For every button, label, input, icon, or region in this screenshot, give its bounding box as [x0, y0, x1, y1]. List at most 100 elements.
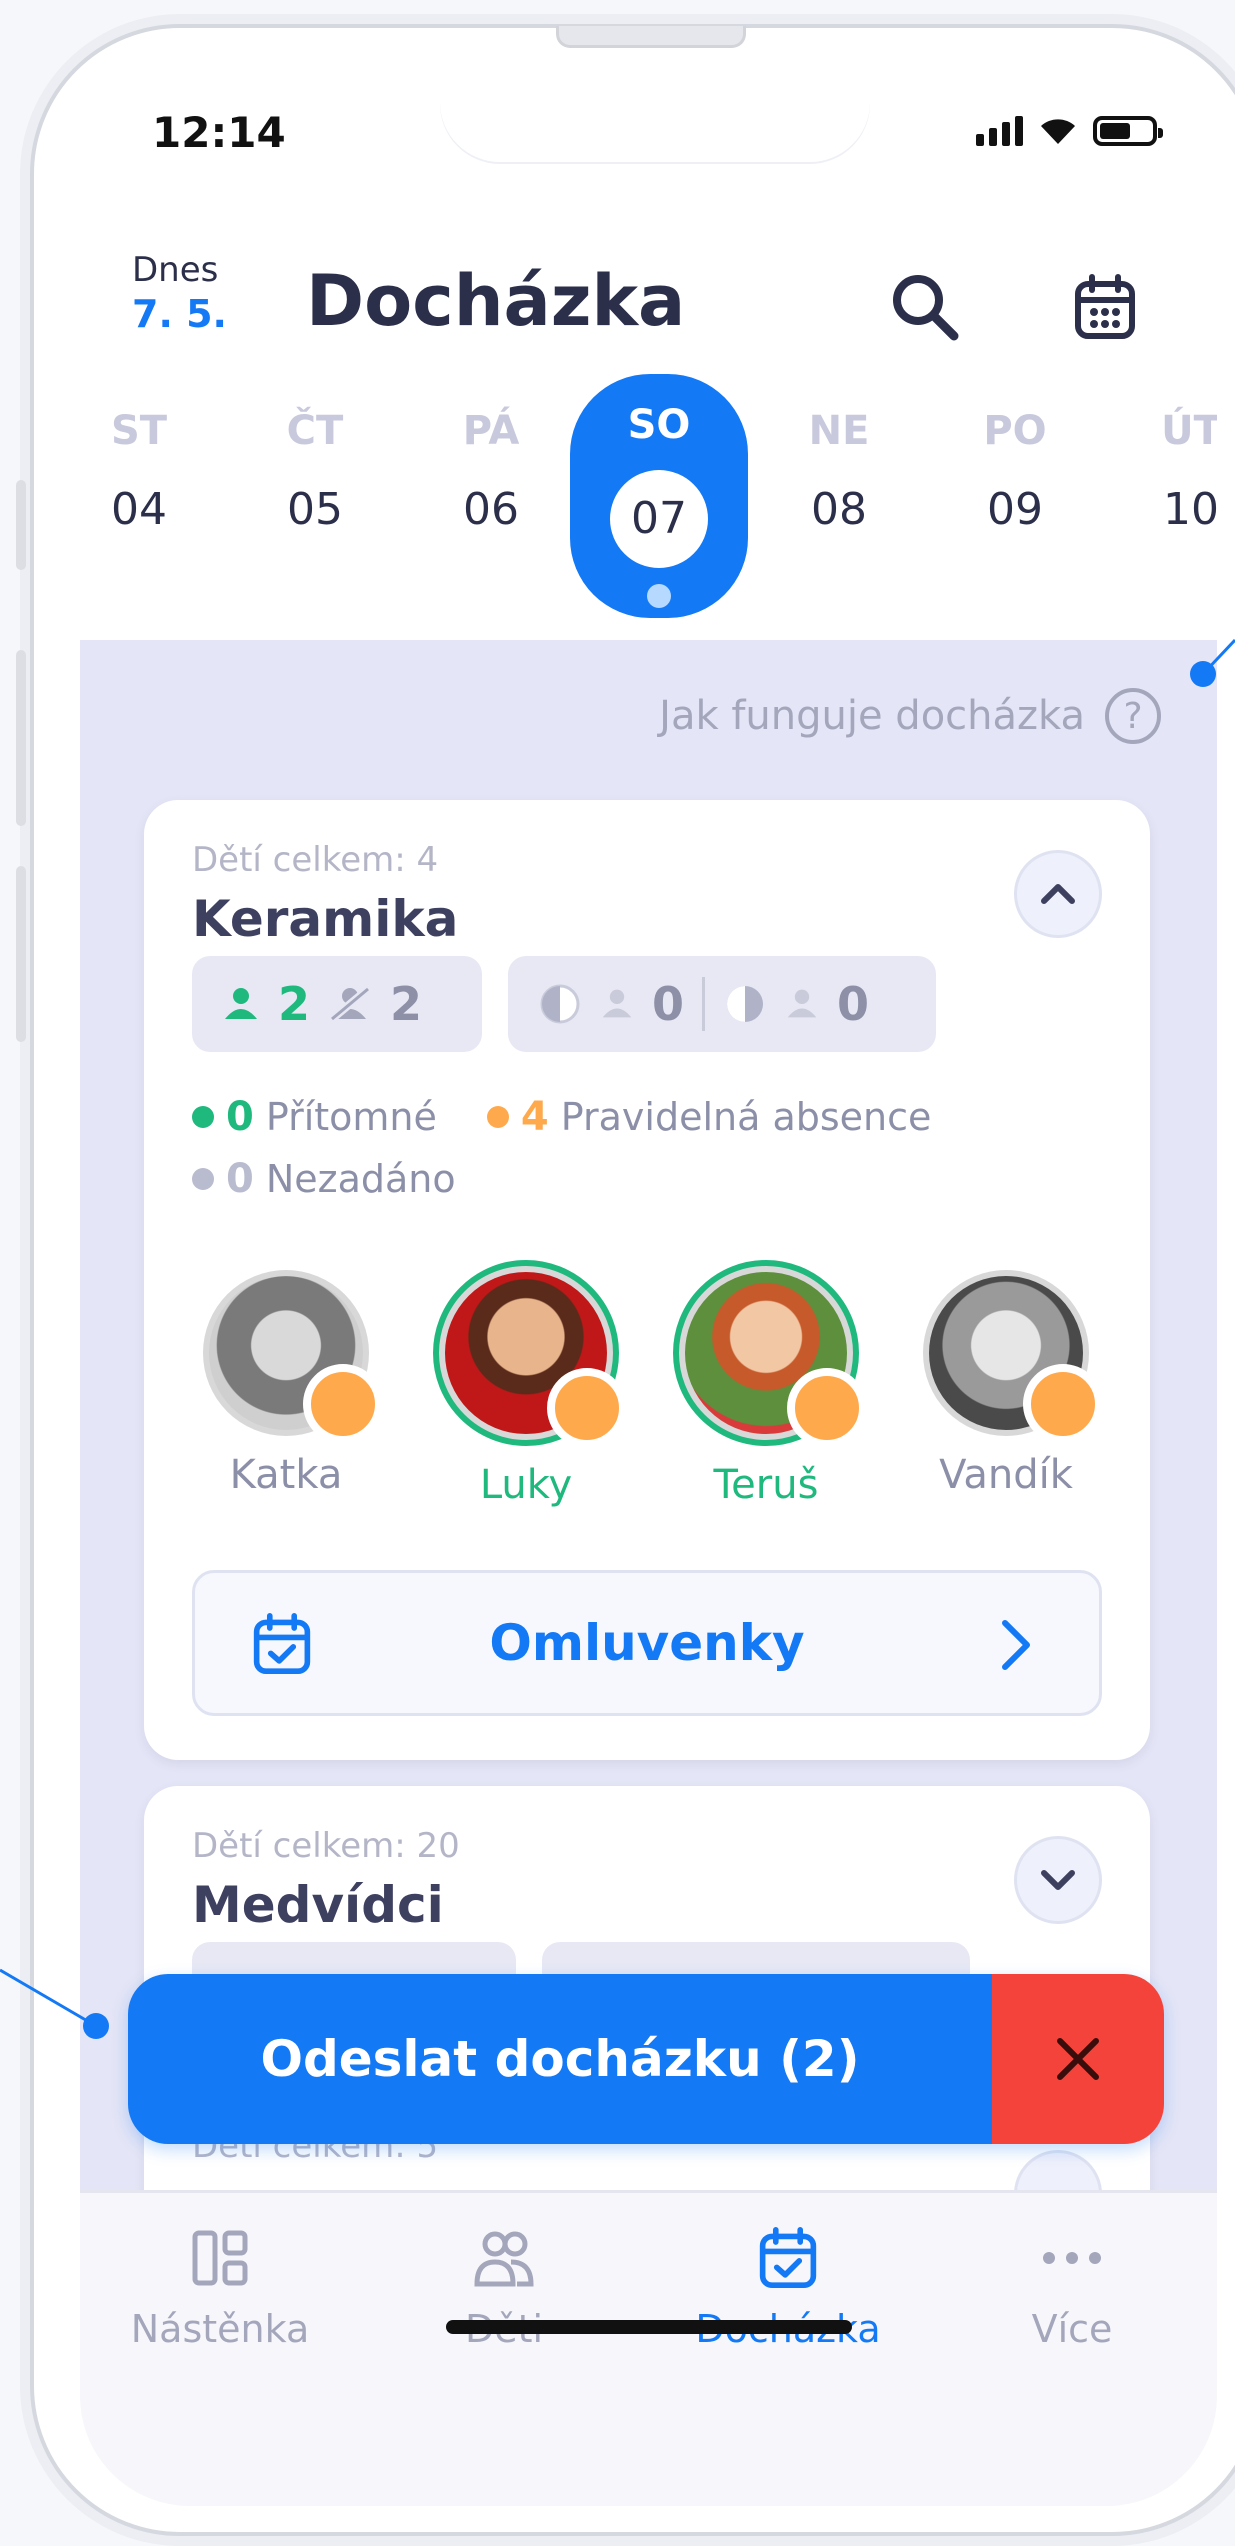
class-card: Dětí celkem: 4 Keramika 2 2 0 0 0 Přítom…: [144, 800, 1150, 1760]
tab-bar: Nástěnka Děti Docházka Více: [80, 2190, 1217, 2506]
kid-name: Vandík: [939, 1452, 1073, 1498]
submit-attendance-button[interactable]: Odeslat docházku (2): [128, 1974, 992, 2144]
day-item[interactable]: PÁ 06: [426, 370, 556, 630]
day-item[interactable]: PO 09: [950, 370, 1080, 630]
more-icon: [1043, 2252, 1101, 2264]
half-circle-icon: [727, 986, 764, 1022]
submit-bar: Odeslat docházku (2): [128, 1974, 1164, 2144]
today-label: Dnes: [132, 250, 219, 290]
avatar: [433, 1260, 627, 1448]
divider: [702, 977, 706, 1031]
dashboard-icon: [192, 2230, 248, 2286]
excuses-label: Omluvenky: [489, 1614, 805, 1672]
avatar: [673, 1260, 867, 1448]
phone-speaker: [556, 26, 746, 48]
avatar: [203, 1270, 383, 1444]
legend-present-num: 0: [226, 1094, 254, 1140]
today-date[interactable]: 7. 5.: [132, 292, 227, 336]
children-icon: [474, 2231, 534, 2287]
card-total: Dětí celkem: 4: [192, 840, 439, 880]
legend-row: 0 Nezadáno: [192, 1156, 456, 1202]
legend-unset-num: 0: [226, 1156, 254, 1202]
search-icon: [893, 275, 959, 341]
chevron-up-icon: [1041, 884, 1075, 904]
half-count-a: 0: [652, 977, 685, 1031]
collapse-button[interactable]: [1014, 850, 1102, 938]
status-badge: [787, 1368, 867, 1448]
legend-present-label: Přítomné: [265, 1095, 437, 1139]
help-link[interactable]: Jak funguje docházka ?: [659, 688, 1161, 744]
calendar-check-icon: [253, 1613, 311, 1675]
status-badge: [1023, 1364, 1103, 1444]
legend-unset-label: Nezadáno: [265, 1157, 456, 1201]
tab-label: Více: [1031, 2307, 1113, 2351]
kid-item[interactable]: Luky: [426, 1260, 627, 1508]
day-item[interactable]: ST 04: [80, 370, 204, 630]
present-dot: [192, 1106, 214, 1128]
tab-vice[interactable]: Více: [962, 2223, 1182, 2351]
day-item[interactable]: ČT 05: [250, 370, 380, 630]
battery-icon: [1093, 116, 1163, 146]
close-icon: [1057, 2038, 1099, 2080]
day-item[interactable]: NE 08: [774, 370, 904, 630]
card-total: Dětí celkem: 20: [192, 1826, 460, 1866]
person-icon: [225, 988, 257, 1019]
avatar: [923, 1270, 1103, 1444]
tab-nastenka[interactable]: Nástěnka: [110, 2223, 330, 2351]
chevron-down-icon: [1041, 1870, 1075, 1890]
chevron-right-icon: [1002, 1620, 1030, 1670]
page-title: Docházka: [306, 260, 686, 342]
excuses-button[interactable]: Omluvenky: [192, 1570, 1102, 1716]
calendar-check-icon: [759, 2227, 817, 2289]
status-badge: [303, 1364, 383, 1444]
phone-side-button: [16, 480, 26, 570]
header: Dnes 7. 5. Docházka: [80, 180, 1217, 342]
cancel-submit-button[interactable]: [992, 1974, 1164, 2144]
kid-item[interactable]: Teruš: [666, 1260, 867, 1508]
present-count: 2: [278, 977, 311, 1031]
calendar-button[interactable]: [1060, 262, 1150, 352]
help-label: Jak funguje docházka: [659, 693, 1085, 739]
callout-dot: [1190, 661, 1216, 687]
kid-name: Teruš: [713, 1462, 819, 1508]
callout-dot: [83, 2013, 109, 2039]
calendar-icon: [1075, 274, 1135, 339]
search-button[interactable]: [880, 262, 970, 352]
half-circle-icon: [540, 984, 580, 1024]
card-title: Keramika: [192, 890, 459, 948]
phone-side-button: [16, 866, 26, 1042]
question-icon: ?: [1105, 688, 1161, 744]
signal-icon: [976, 116, 1023, 146]
kid-name: Katka: [229, 1452, 343, 1498]
regular-absence-dot: [486, 1106, 509, 1128]
status-time: 12:14: [152, 108, 286, 157]
wifi-icon: [1041, 119, 1075, 144]
status-icons: [976, 114, 1163, 146]
day-item-selected[interactable]: SO 07: [570, 374, 748, 618]
app-screen: 12:14 Dnes 7. 5. Docházka ST 04 ČT 05 PÁ 06…: [80, 70, 1217, 2506]
expand-button[interactable]: [1014, 1836, 1102, 1924]
status-badge: [547, 1368, 627, 1448]
half-count-b: 0: [837, 977, 870, 1031]
day-item[interactable]: ÚT 10: [1126, 370, 1217, 630]
home-indicator: [446, 2320, 852, 2334]
day-picker: ST 04 ČT 05 PÁ 06 SO 07 NE 08 PO 09 ÚT 10: [80, 370, 1217, 630]
unset-dot: [192, 1168, 214, 1190]
kid-name: Luky: [479, 1462, 573, 1508]
notch: [440, 70, 870, 162]
phone-side-button: [16, 650, 26, 826]
half-day-counts: 0 0: [508, 956, 936, 1052]
tab-label: Nástěnka: [130, 2307, 310, 2351]
person-icon: [787, 989, 817, 1018]
person-crossed-icon: [329, 985, 371, 1023]
presence-counts: 2 2: [192, 956, 482, 1052]
card-title: Medvídci: [192, 1876, 444, 1934]
day-dot: [647, 584, 671, 608]
kid-item[interactable]: Vandík: [906, 1270, 1106, 1498]
person-icon: [602, 989, 632, 1018]
legend-regular-label: Pravidelná absence: [560, 1095, 932, 1139]
legend-row: 0 Přítomné 4 Pravidelná absence: [192, 1094, 931, 1140]
legend-regular-num: 4: [520, 1094, 549, 1140]
absent-count: 2: [390, 977, 423, 1031]
kid-item[interactable]: Katka: [186, 1270, 386, 1498]
